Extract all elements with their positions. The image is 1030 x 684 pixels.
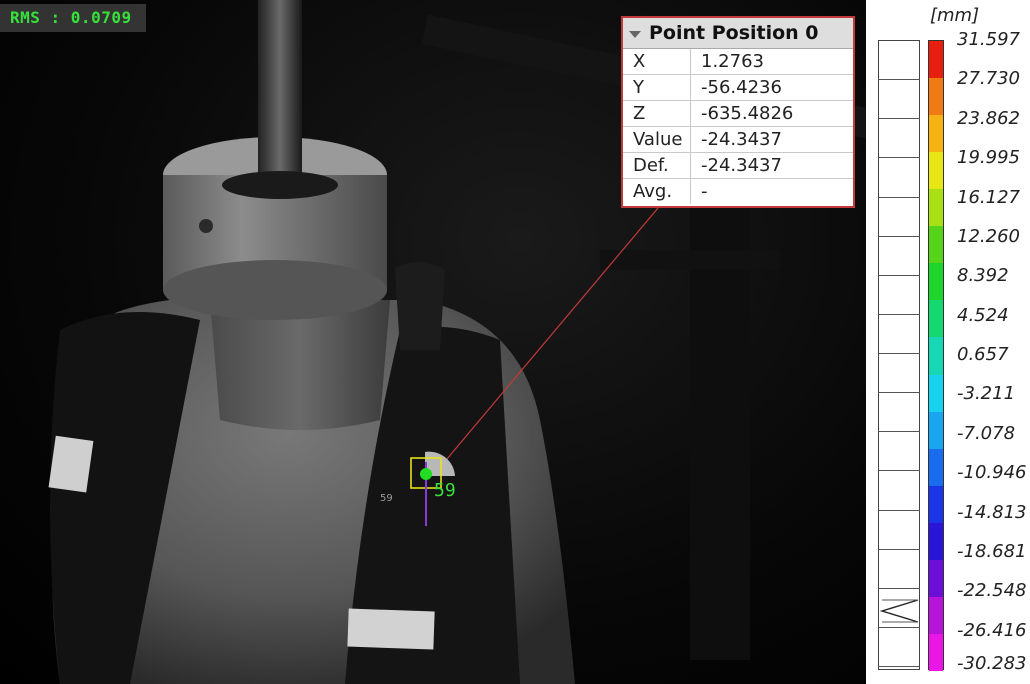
legend-label: 19.995 [957,147,1020,169]
legend-label: 27.730 [957,68,1020,90]
colorbar-segment [929,78,943,116]
ruler-tick [878,118,920,120]
point-info-title: Point Position 0 [649,22,819,44]
ruler-tick [878,157,920,159]
point-small-label: 59 [380,493,393,504]
legend-label: -18.681 [957,540,1027,562]
row-key: Z [623,100,691,127]
legend-label: 8.392 [957,265,1009,287]
colorbar-segment [929,300,943,338]
rms-readout: RMS : 0.0709 [0,4,146,32]
point-info-header[interactable]: Point Position 0 [623,18,853,49]
ruler-tick [878,666,920,667]
row-value: -24.3437 [690,126,853,153]
row-key: Avg. [623,178,691,204]
ruler-tick [878,509,920,511]
colorbar-segment [929,633,943,672]
ruler-tick [878,470,920,472]
row-value: -24.3437 [690,152,853,179]
ruler-tick [878,353,920,354]
ruler-tick [878,431,920,433]
table-row: Y -56.4236 [623,74,853,101]
ruler-tick [878,313,920,315]
table-row: X 1.2763 [623,49,853,75]
table-row: Value -24.3437 [623,126,853,153]
legend-label: 16.127 [957,186,1020,208]
row-key: Y [623,74,691,101]
ruler-tick [878,79,920,81]
ruler-tick [878,548,920,550]
measurement-point [420,468,432,480]
colorbar-segment [929,411,943,450]
legend-label: -10.946 [957,462,1027,484]
colorbar-segment [929,152,943,190]
row-value: -56.4236 [690,74,853,101]
colorbar-segment [929,41,943,79]
colorbar-segment [929,522,943,561]
table-row: Z -635.4826 [623,100,853,127]
point-info-panel[interactable]: Point Position 0 X 1.2763 Y -56.4236 Z -635… [621,16,855,208]
colorbar-segment [929,337,943,376]
ruler-tick [878,235,920,237]
legend-unit: [mm] [930,5,980,26]
legend-label: -7.078 [957,422,1016,444]
legend-label: 4.524 [957,304,1009,326]
ruler-tick [878,626,920,628]
legend-colorbar [928,40,944,672]
legend-label: 23.862 [957,107,1020,129]
colorbar-segment [929,559,943,598]
table-row: Avg. - [623,178,853,204]
legend-label: -3.211 [957,383,1016,405]
row-key: Def. [623,152,691,179]
colorbar-segment [929,596,943,635]
legend-label: -26.416 [957,619,1027,641]
legend-label: -14.813 [957,501,1027,523]
colorbar-segment [929,448,943,487]
colorbar-segment [929,374,943,413]
table-row: Def. -24.3437 [623,152,853,179]
legend-label: -22.548 [957,580,1027,602]
row-key: X [623,49,691,75]
colorbar-segment [929,263,943,301]
colorbar-segment [929,189,943,227]
ruler-tick [878,196,920,198]
row-value: - [701,181,708,202]
legend-label: 12.260 [957,225,1020,247]
legend-label: 31.597 [957,29,1020,50]
point-id-label: 59 [434,480,456,501]
row-value: -635.4826 [690,100,853,127]
camera-viewport[interactable]: RMS : 0.0709 59 59 Point Position 0 X 1.2… [0,0,866,684]
value-marker-arrow-icon[interactable] [880,596,920,626]
ruler-tick [878,587,920,589]
colorbar-segment [929,226,943,264]
ruler-tick [878,392,920,394]
row-value: 1.2763 [690,49,853,75]
point-info-table: X 1.2763 Y -56.4236 Z -635.4826 Value -24.34… [623,49,853,204]
colorbar-segment [929,115,943,153]
collapse-triangle-icon[interactable] [629,30,641,38]
row-key: Value [623,126,691,153]
legend-label: 0.657 [957,344,1009,365]
ruler-tick [878,274,920,276]
legend-label: -30.283 [957,653,1027,674]
colorbar-segment [929,485,943,524]
legend-ruler[interactable] [878,40,920,670]
